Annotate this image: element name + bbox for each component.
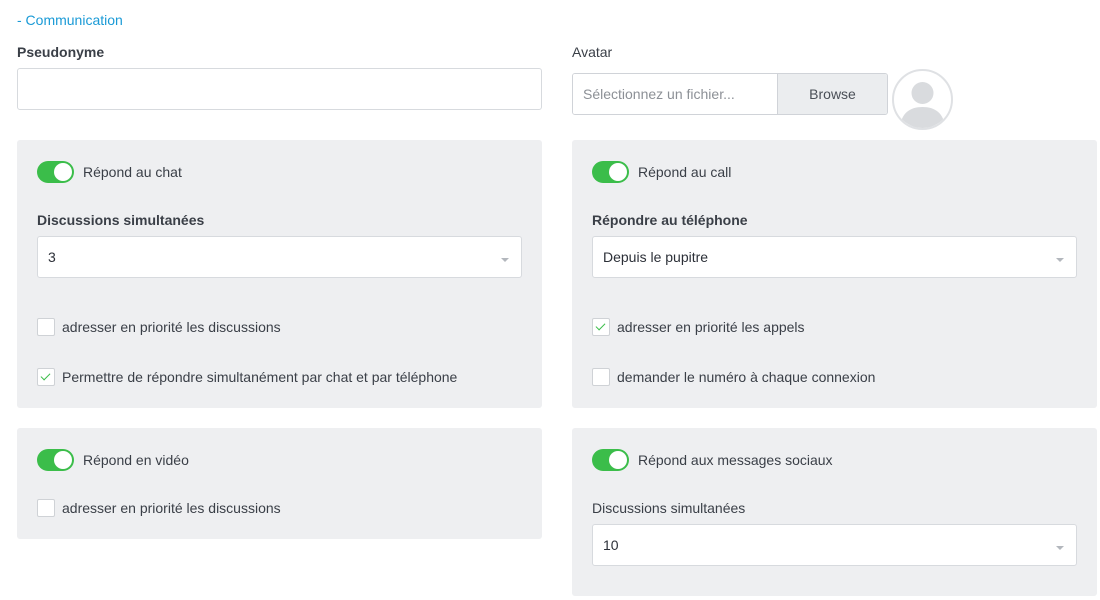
call-priority-checkbox[interactable] bbox=[592, 318, 610, 336]
call-toggle[interactable] bbox=[592, 161, 629, 183]
chat-toggle-label: Répond au chat bbox=[83, 164, 182, 180]
avatar-label: Avatar bbox=[572, 44, 613, 60]
avatar-file-picker: Browse bbox=[572, 73, 888, 115]
chat-simultaneous-phone-option[interactable]: Permettre de répondre simultanément par … bbox=[37, 368, 457, 386]
chat-priority-checkbox[interactable] bbox=[37, 318, 55, 336]
social-toggle-label: Répond aux messages sociaux bbox=[638, 452, 833, 468]
chat-panel: Répond au chat Discussions simultanées 3… bbox=[17, 140, 542, 408]
video-toggle[interactable] bbox=[37, 449, 74, 471]
call-select-label: Répondre au téléphone bbox=[592, 212, 748, 228]
chat-toggle[interactable] bbox=[37, 161, 74, 183]
video-panel: Répond en vidéo adresser en priorité les… bbox=[17, 428, 542, 539]
communication-section-toggle[interactable]: - Communication bbox=[17, 12, 123, 28]
call-toggle-label: Répond au call bbox=[638, 164, 732, 180]
chat-toggle-row: Répond au chat bbox=[37, 161, 182, 183]
chevron-down-icon bbox=[1056, 258, 1064, 262]
video-toggle-label: Répond en vidéo bbox=[83, 452, 189, 468]
pseudonyme-input[interactable] bbox=[17, 68, 542, 110]
social-select-value: 10 bbox=[603, 537, 619, 553]
video-priority-checkbox[interactable] bbox=[37, 499, 55, 517]
call-priority-label: adresser en priorité les appels bbox=[617, 319, 805, 335]
social-toggle[interactable] bbox=[592, 449, 629, 471]
social-simultaneous-select[interactable]: 10 bbox=[592, 524, 1077, 566]
chat-simultaneous-phone-checkbox[interactable] bbox=[37, 368, 55, 386]
call-toggle-row: Répond au call bbox=[592, 161, 731, 183]
chat-priority-option[interactable]: adresser en priorité les discussions bbox=[37, 318, 281, 336]
ask-number-label: demander le numéro à chaque connexion bbox=[617, 369, 876, 385]
call-panel: Répond au call Répondre au téléphone Dep… bbox=[572, 140, 1097, 408]
chat-simultaneous-select[interactable]: 3 bbox=[37, 236, 522, 278]
ask-number-option[interactable]: demander le numéro à chaque connexion bbox=[592, 368, 875, 386]
video-priority-option[interactable]: adresser en priorité les discussions bbox=[37, 499, 281, 517]
avatar-preview bbox=[892, 69, 953, 130]
social-panel: Répond aux messages sociaux Discussions … bbox=[572, 428, 1097, 596]
chat-simultaneous-phone-label: Permettre de répondre simultanément par … bbox=[62, 369, 458, 385]
chevron-down-icon bbox=[1056, 546, 1064, 550]
chevron-down-icon bbox=[501, 258, 509, 262]
social-toggle-row: Répond aux messages sociaux bbox=[592, 449, 833, 471]
phone-answer-select[interactable]: Depuis le pupitre bbox=[592, 236, 1077, 278]
ask-number-checkbox[interactable] bbox=[592, 368, 610, 386]
phone-answer-value: Depuis le pupitre bbox=[603, 249, 709, 265]
chat-priority-label: adresser en priorité les discussions bbox=[62, 319, 281, 335]
avatar-file-input[interactable] bbox=[573, 74, 777, 114]
chat-select-value: 3 bbox=[48, 249, 56, 265]
browse-button[interactable]: Browse bbox=[777, 74, 887, 114]
call-priority-option[interactable]: adresser en priorité les appels bbox=[592, 318, 805, 336]
user-silhouette-icon bbox=[900, 82, 945, 128]
video-toggle-row: Répond en vidéo bbox=[37, 449, 189, 471]
chat-select-label: Discussions simultanées bbox=[37, 212, 205, 228]
social-select-label: Discussions simultanées bbox=[592, 500, 746, 516]
pseudonyme-label: Pseudonyme bbox=[17, 44, 105, 60]
video-priority-label: adresser en priorité les discussions bbox=[62, 500, 281, 516]
